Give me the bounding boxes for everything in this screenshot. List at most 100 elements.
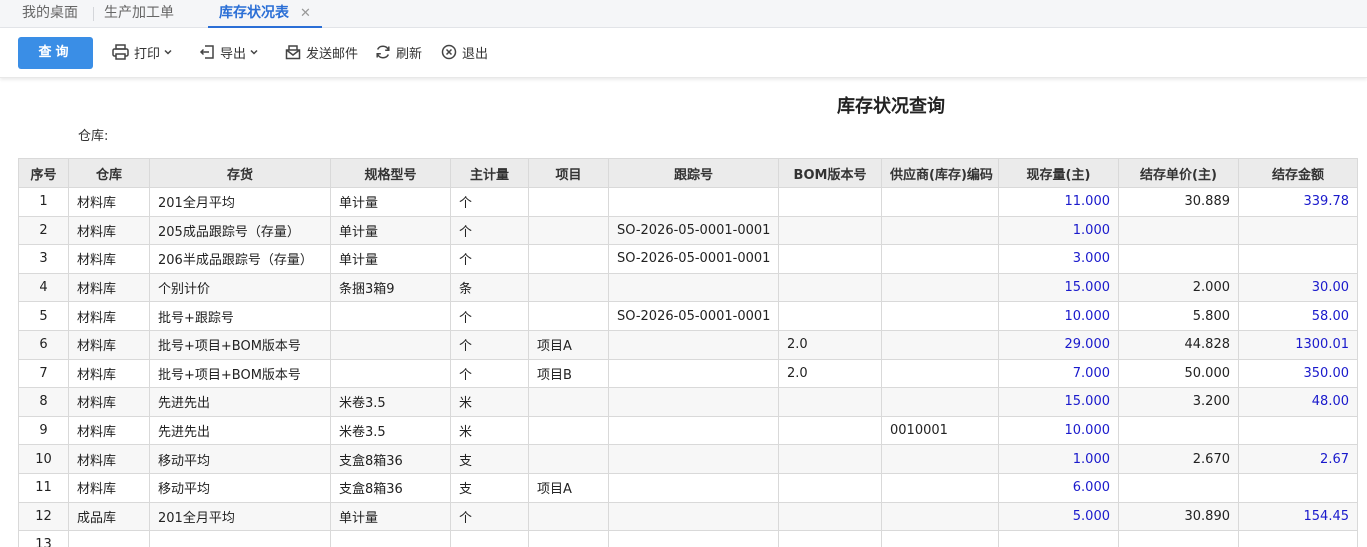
cell-warehouse: 材料库 <box>68 472 150 503</box>
cell-project <box>528 415 609 446</box>
cell-warehouse: 材料库 <box>68 187 150 217</box>
column-header-bom-version[interactable]: BOM版本号 <box>778 158 882 188</box>
cell-item: 205成品跟踪号（存量） <box>149 215 331 246</box>
tab-bar: 我的桌面 生产加工单 库存状况表 ✕ <box>0 0 1367 28</box>
cell-tracking-no <box>608 387 779 417</box>
export-button[interactable]: 导出 <box>199 41 259 63</box>
close-icon[interactable]: ✕ <box>300 0 311 27</box>
column-header-item[interactable]: 存货 <box>149 158 331 188</box>
cell-unit: 支 <box>450 472 529 503</box>
cell-amount: 48.00 <box>1238 387 1358 417</box>
table-row[interactable]: 9 材料库 先进先出 米卷3.5 米 0010001 10.000 <box>18 415 1358 446</box>
cell-supplier-code <box>881 472 999 503</box>
export-icon <box>199 45 214 59</box>
cell-project <box>528 244 609 274</box>
table-row[interactable]: 7 材料库 批号+项目+BOM版本号 个项目B 2.0 7.000 50.000 350.00 <box>18 358 1358 389</box>
cell-index: 2 <box>18 215 69 246</box>
table-row[interactable]: 12 成品库 201全月平均 单计量个 5.000 30.890 154.45 <box>18 501 1358 532</box>
cell-supplier-code <box>881 444 999 474</box>
cell-index: 1 <box>18 187 69 217</box>
send-mail-button[interactable]: 发送邮件 <box>285 41 358 63</box>
refresh-label: 刷新 <box>396 46 423 62</box>
table-row[interactable]: 13 <box>18 530 1358 547</box>
cell-supplier-code <box>881 329 999 360</box>
cell-item <box>149 530 331 547</box>
cell-bom-version <box>778 187 882 217</box>
exit-button[interactable]: 退出 <box>441 41 488 63</box>
cell-project <box>528 301 609 331</box>
table-row[interactable]: 1 材料库 201全月平均 单计量个 11.000 30.889 339.78 <box>18 187 1358 217</box>
cell-item: 移动平均 <box>149 444 331 474</box>
cell-on-hand-qty: 10.000 <box>998 415 1119 446</box>
column-header-index[interactable]: 序号 <box>18 158 69 188</box>
query-button[interactable]: 查询 <box>18 37 93 69</box>
cell-index: 4 <box>18 272 69 303</box>
cell-item: 移动平均 <box>149 472 331 503</box>
cell-unit-price: 2.000 <box>1118 272 1239 303</box>
cell-index: 5 <box>18 301 69 331</box>
cell-amount: 339.78 <box>1238 187 1358 217</box>
cell-amount: 30.00 <box>1238 272 1358 303</box>
column-header-spec[interactable]: 规格型号 <box>330 158 451 188</box>
cell-tracking-no <box>608 358 779 389</box>
table-row[interactable]: 11 材料库 移动平均 支盒8箱36 支项目A 6.000 <box>18 472 1358 503</box>
cell-amount: 1300.01 <box>1238 329 1358 360</box>
cell-project <box>528 387 609 417</box>
cell-amount <box>1238 530 1358 547</box>
table-header: 序号 仓库 存货 规格型号 主计量 项目 跟踪号 BOM版本号 供应商(库存)编码 现存量(主) 结… <box>18 158 1358 188</box>
table-row[interactable]: 4 材料库 个别计价 条捆3箱9 条 15.000 2.000 30.00 <box>18 272 1358 303</box>
column-header-supplier-code[interactable]: 供应商(库存)编码 <box>881 158 999 188</box>
cell-bom-version <box>778 472 882 503</box>
cell-amount <box>1238 415 1358 446</box>
cell-index: 6 <box>18 329 69 360</box>
table-row[interactable]: 8 材料库 先进先出 米卷3.5 米 15.000 3.200 48.00 <box>18 387 1358 417</box>
cell-unit-price <box>1118 244 1239 274</box>
cell-index: 11 <box>18 472 69 503</box>
cell-unit-price: 30.890 <box>1118 501 1239 532</box>
table-body: 1 材料库 201全月平均 单计量个 11.000 30.889 339.78 2 材料库 205… <box>18 187 1358 547</box>
cell-unit-price: 44.828 <box>1118 329 1239 360</box>
column-header-unit[interactable]: 主计量 <box>450 158 529 188</box>
column-header-warehouse[interactable]: 仓库 <box>68 158 150 188</box>
cell-bom-version: 2.0 <box>778 358 882 389</box>
cell-unit-price: 5.800 <box>1118 301 1239 331</box>
table-row[interactable]: 10 材料库 移动平均 支盒8箱36 支 1.000 2.670 2.67 <box>18 444 1358 474</box>
cell-on-hand-qty: 6.000 <box>998 472 1119 503</box>
cell-spec: 单计量 <box>330 215 451 246</box>
cell-index: 10 <box>18 444 69 474</box>
cell-on-hand-qty: 10.000 <box>998 301 1119 331</box>
cell-on-hand-qty: 5.000 <box>998 501 1119 532</box>
column-header-amount[interactable]: 结存金额 <box>1238 158 1358 188</box>
cell-bom-version <box>778 215 882 246</box>
cell-amount: 154.45 <box>1238 501 1358 532</box>
cell-supplier-code <box>881 244 999 274</box>
table-row[interactable]: 3 材料库 206半成品跟踪号（存量） 单计量个 SO-2026-05-0001-000… <box>18 244 1358 274</box>
cell-amount <box>1238 244 1358 274</box>
tab-my-desktop[interactable]: 我的桌面 <box>22 0 78 28</box>
table-row[interactable]: 2 材料库 205成品跟踪号（存量） 单计量个 SO-2026-05-0001-0001… <box>18 215 1358 246</box>
table-row[interactable]: 5 材料库 批号+跟踪号 个 SO-2026-05-0001-0001 10.000 5.8… <box>18 301 1358 331</box>
tab-inventory-status[interactable]: 库存状况表 ✕ <box>208 0 322 28</box>
cell-tracking-no: SO-2026-05-0001-0001 <box>608 215 779 246</box>
cell-supplier-code <box>881 530 999 547</box>
chevron-down-icon <box>164 49 172 55</box>
table-row[interactable]: 6 材料库 批号+项目+BOM版本号 个项目A 2.0 29.000 44.828 1300.… <box>18 329 1358 360</box>
column-header-unit-price[interactable]: 结存单价(主) <box>1118 158 1239 188</box>
print-button[interactable]: 打印 <box>112 41 173 63</box>
cell-spec: 条捆3箱9 <box>330 272 451 303</box>
cell-warehouse <box>68 530 150 547</box>
column-header-tracking-no[interactable]: 跟踪号 <box>608 158 779 188</box>
cell-bom-version: 2.0 <box>778 329 882 360</box>
tab-production-order[interactable]: 生产加工单 <box>104 0 174 28</box>
cell-supplier-code: 0010001 <box>881 415 999 446</box>
cell-unit: 个 <box>450 187 529 217</box>
cell-index: 9 <box>18 415 69 446</box>
cell-item: 201全月平均 <box>149 187 331 217</box>
cell-tracking-no <box>608 444 779 474</box>
column-header-on-hand-qty[interactable]: 现存量(主) <box>998 158 1119 188</box>
cell-project <box>528 444 609 474</box>
cell-spec <box>330 329 451 360</box>
column-header-project[interactable]: 项目 <box>528 158 609 188</box>
cell-spec: 米卷3.5 <box>330 415 451 446</box>
refresh-button[interactable]: 刷新 <box>375 41 422 63</box>
